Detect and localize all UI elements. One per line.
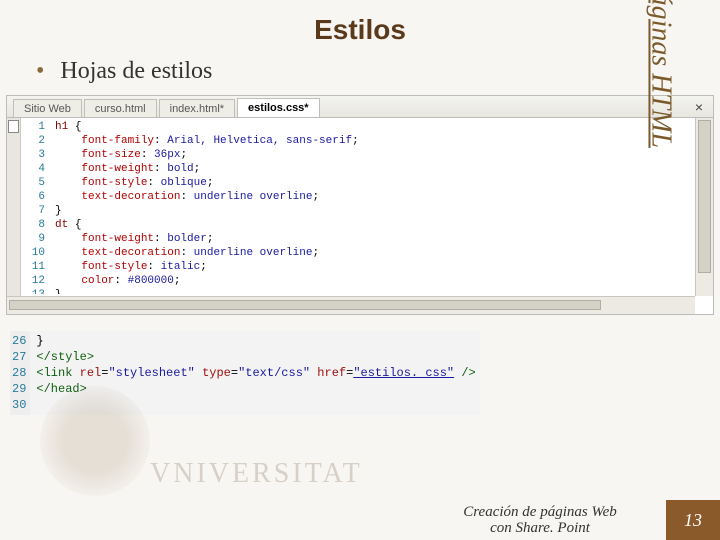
line-number-column: 1234567891011121314 [21,118,49,294]
tab-estilos[interactable]: estilos.css* [237,98,320,117]
footer: Creación de páginas Web con Share. Point… [0,494,720,540]
snippet-code: } </style> <link rel="stylesheet" type="… [30,331,481,415]
code-editor-pane: Sitio Web curso.html index.html* estilos… [6,95,714,315]
bullet-text: Hojas de estilos [60,58,212,84]
tab-index[interactable]: index.html* [159,99,235,117]
page-icon [8,120,19,133]
html-snippet-pane: 26 27 28 29 30 } </style> <link rel="sty… [10,331,480,415]
snippet-line-numbers: 26 27 28 29 30 [10,331,30,415]
code-content[interactable]: h1 { font-family: Arial, Helvetica, sans… [49,118,359,294]
tab-curso[interactable]: curso.html [84,99,157,117]
vertical-scrollbar[interactable] [695,118,713,296]
tab-site[interactable]: Sitio Web [13,99,82,117]
university-watermark: VNIVERSITAT [150,458,363,490]
horizontal-scrollbar[interactable] [7,296,695,314]
editor-gutter [7,118,21,296]
code-area: 1234567891011121314 h1 { font-family: Ar… [21,118,693,294]
slide-title: Estilos [0,0,720,56]
footer-caption: Creación de páginas Web con Share. Point [440,504,640,536]
side-section-label: Páginas HTML [644,0,676,148]
bullet-item: • Hojas de estilos [0,56,720,95]
close-icon[interactable]: × [695,99,703,115]
editor-tab-bar: Sitio Web curso.html index.html* estilos… [7,96,713,118]
page-number: 13 [666,500,720,540]
bullet-dot-icon: • [36,58,44,84]
